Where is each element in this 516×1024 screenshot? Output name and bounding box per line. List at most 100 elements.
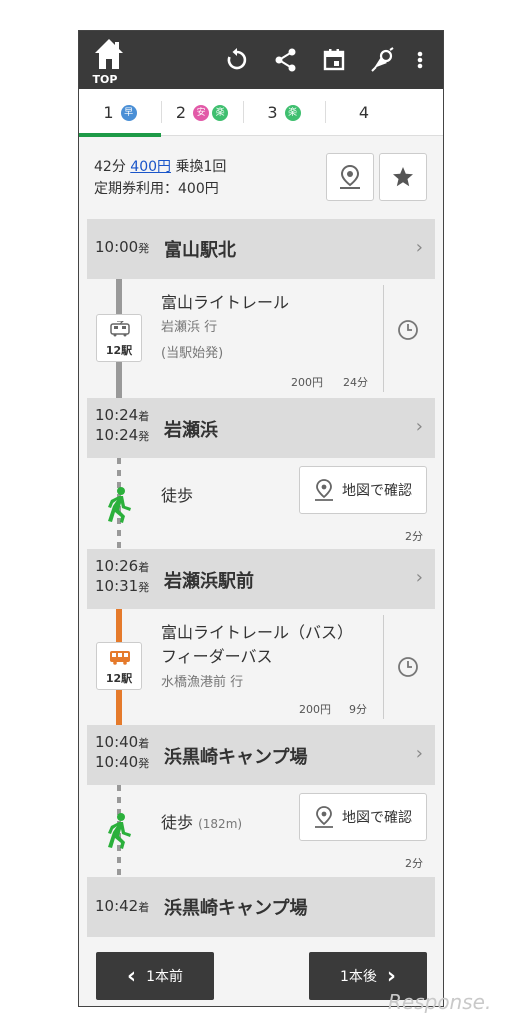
- walk-label: 徒歩 (182m): [161, 809, 242, 833]
- station-row[interactable]: 10:42着 浜黒崎キャンプ場: [87, 877, 435, 937]
- clock-icon: [398, 320, 418, 340]
- tab-route-2[interactable]: 2 安 楽: [161, 89, 243, 136]
- station-name: 富山駅北: [164, 240, 236, 261]
- tram-stop-count[interactable]: 12駅: [96, 314, 142, 362]
- line-name-sub: フィーダーバス: [161, 647, 273, 666]
- top-home-button[interactable]: TOP: [89, 37, 129, 86]
- station-row[interactable]: 10:26着 10:31発 岩瀬浜駅前 ›: [87, 549, 435, 609]
- chevron-left-icon: ‹: [127, 963, 137, 989]
- map-confirm-button[interactable]: 地図で確認: [299, 466, 427, 514]
- refresh-icon: [227, 48, 247, 70]
- chevron-right-icon: ›: [386, 963, 396, 989]
- stop-count: 12駅: [105, 672, 133, 685]
- station-times: 10:26着 10:31発: [95, 557, 149, 595]
- line-destination: 水橋漁港前 行: [161, 675, 244, 690]
- tab-route-4[interactable]: 4: [325, 89, 407, 136]
- tram-icon: [110, 321, 130, 337]
- station-times: 10:42着: [95, 897, 149, 915]
- arr-suffix: 着: [138, 901, 150, 914]
- map-pin-icon: [340, 164, 360, 189]
- station-times: 10:24着 10:24発: [95, 406, 149, 444]
- bus-stop-count[interactable]: 12駅: [96, 642, 142, 690]
- walking-person-icon: [105, 812, 135, 854]
- badge-cheap: 安: [193, 104, 210, 121]
- walk-time: 2分: [405, 857, 423, 870]
- station-row[interactable]: 10:24着 10:24発 岩瀬浜 ›: [87, 398, 435, 458]
- commuter-fare: 定期券利用：400円: [94, 181, 219, 197]
- walk-text: 徒歩: [161, 813, 194, 832]
- refresh-button[interactable]: [224, 47, 250, 73]
- walk-distance: (182m): [198, 817, 243, 831]
- home-icon: [95, 39, 123, 69]
- arr-time: 10:42: [95, 897, 139, 915]
- watermark-logo: Response.: [388, 990, 492, 1014]
- arr-suffix: 着: [138, 737, 150, 750]
- badge-easy: 楽: [284, 104, 301, 121]
- more-menu-button[interactable]: [412, 47, 428, 73]
- dep-time: 10:40: [95, 753, 139, 771]
- next-label: 1本後: [340, 969, 377, 985]
- walk-segment: 徒歩 (182m) 地図で確認 2分: [79, 785, 443, 877]
- app-header: TOP: [79, 31, 443, 89]
- line-name: 富山ライトレール: [161, 293, 290, 312]
- dep-time: 10:24: [95, 426, 139, 444]
- arr-time: 10:26: [95, 557, 139, 575]
- chevron-right-icon: ›: [415, 743, 423, 764]
- tab-number: 4: [358, 103, 370, 122]
- walk-time: 2分: [405, 530, 423, 543]
- calendar-icon: [323, 49, 345, 71]
- tab-number: 3: [267, 103, 278, 122]
- map-route-button[interactable]: [326, 153, 374, 201]
- previous-train-button[interactable]: ‹ 1本前: [96, 952, 214, 1000]
- clock-icon: [398, 657, 418, 677]
- walk-segment: 徒歩 地図で確認 2分: [79, 458, 443, 549]
- share-button[interactable]: [273, 47, 299, 73]
- tab-route-1[interactable]: 1 早: [79, 89, 161, 137]
- dep-time: 10:00: [95, 238, 139, 256]
- divider: [383, 615, 384, 719]
- segment-time: 9分: [349, 703, 367, 716]
- divider: [383, 285, 384, 392]
- timetable-button[interactable]: [397, 656, 419, 682]
- map-pin-icon: [315, 479, 333, 501]
- timetable-button[interactable]: [397, 319, 419, 345]
- station-row[interactable]: 10:00発 富山駅北 ›: [87, 219, 435, 279]
- tab-route-3[interactable]: 3 楽: [243, 89, 325, 136]
- station-row[interactable]: 10:40着 10:40発 浜黒崎キャンプ場 ›: [87, 725, 435, 785]
- map-confirm-button[interactable]: 地図で確認: [299, 793, 427, 841]
- badge-easy: 楽: [212, 104, 229, 121]
- map-confirm-label: 地図で確認: [342, 483, 412, 499]
- arr-suffix: 着: [138, 561, 150, 574]
- walk-label: 徒歩: [161, 486, 194, 505]
- segment-fare: 200円: [299, 703, 331, 716]
- calendar-button[interactable]: [321, 47, 347, 73]
- badge-fast: 早: [120, 104, 137, 121]
- tab-number: 2: [175, 103, 187, 122]
- route-summary: 42分 400円 乗換1回 定期券利用：400円: [94, 156, 226, 200]
- phone-screen: TOP 1 早 2 安 楽 3 楽 4 42分 400円 乗換1回 定期券利用：…: [78, 30, 444, 1007]
- fare-link[interactable]: 400円: [130, 159, 171, 175]
- bus-icon: [110, 651, 130, 665]
- station-name: 浜黒崎キャンプ場: [164, 747, 308, 768]
- dep-suffix: 発: [138, 757, 150, 770]
- dep-suffix: 発: [138, 242, 150, 255]
- walking-person-icon: [105, 486, 135, 528]
- station-name: 浜黒崎キャンプ場: [164, 898, 308, 919]
- route-tabs: 1 早 2 安 楽 3 楽 4: [79, 89, 443, 137]
- top-label: TOP: [92, 73, 118, 86]
- bus-segment: 12駅 富山ライトレール（バス） フィーダーバス 水橋漁港前 行 200円 9分: [79, 609, 443, 725]
- duration: 42分: [94, 159, 126, 175]
- line-name: 富山ライトレール（バス）: [161, 623, 354, 642]
- station-name: 岩瀬浜駅前: [164, 571, 254, 592]
- segment-time: 24分: [343, 376, 368, 389]
- arr-time: 10:40: [95, 733, 139, 751]
- chevron-right-icon: ›: [415, 567, 423, 588]
- map-confirm-label: 地図で確認: [342, 810, 412, 826]
- chevron-right-icon: ›: [415, 237, 423, 258]
- dep-time: 10:31: [95, 577, 139, 595]
- favorite-button[interactable]: [379, 153, 427, 201]
- alarm-button[interactable]: [369, 47, 395, 73]
- transfers: 乗換1回: [175, 159, 227, 175]
- chevron-right-icon: ›: [415, 416, 423, 437]
- prev-label: 1本前: [146, 969, 183, 985]
